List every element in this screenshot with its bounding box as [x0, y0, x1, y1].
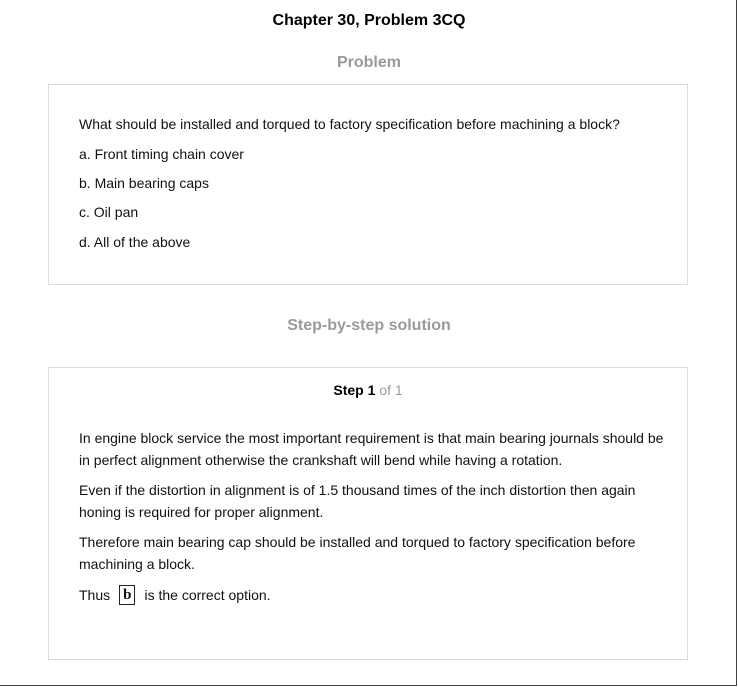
option-a: a. Front timing chain cover: [79, 146, 244, 162]
solution-paragraph-2: Even if the distortion in alignment is o…: [79, 482, 636, 520]
option-c: c. Oil pan: [79, 204, 139, 220]
option-d: d. All of the above: [79, 234, 191, 250]
step-number: 1: [367, 382, 376, 398]
step-total: of 1: [379, 382, 403, 398]
option-b: b. Main bearing caps: [79, 175, 209, 191]
solution-paragraph-3: Therefore main bearing cap should be ins…: [79, 534, 636, 572]
problem-card: What should be installed and torqued to …: [48, 84, 688, 285]
answer-box: b: [119, 585, 136, 605]
solution-heading: Step-by-step solution: [287, 317, 451, 334]
answer-suffix: is the correct option.: [144, 587, 271, 603]
solution-paragraph-1: In engine block service the most importa…: [79, 430, 664, 468]
problem-heading: Problem: [336, 54, 401, 71]
chapter-title: Chapter 30, Problem 3CQ: [272, 12, 466, 29]
step-label: Step 1 of 1: [49, 382, 687, 398]
problem-question: What should be installed and torqued to …: [79, 116, 620, 132]
step-word: Step: [333, 382, 364, 398]
answer-prefix: Thus: [79, 587, 111, 603]
answer-line: Thus b is the correct option.: [79, 584, 271, 606]
solution-card: Step 1 of 1 In engine block service the …: [48, 367, 688, 660]
